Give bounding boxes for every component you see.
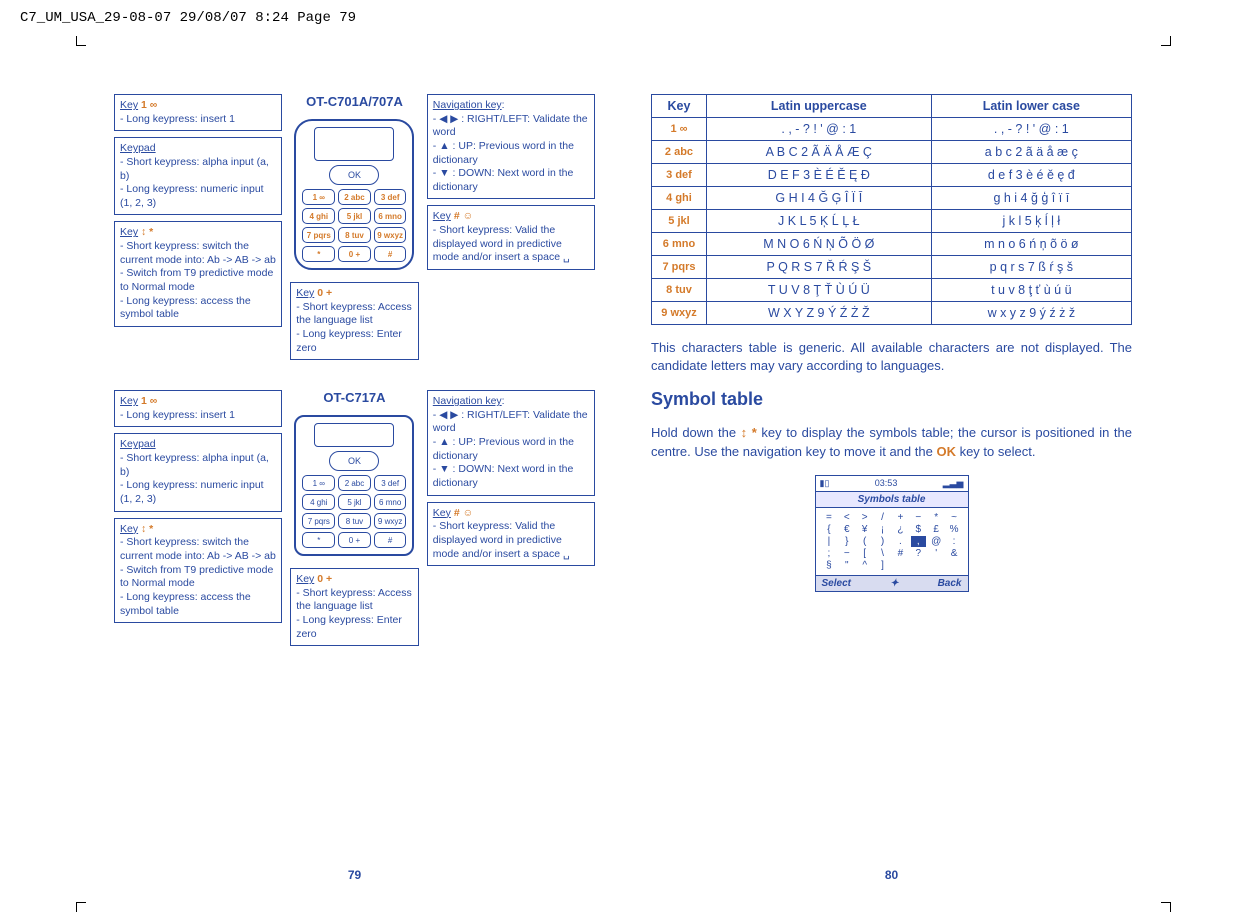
print-header-meta: C7_UM_USA_29-08-07 29/08/07 8:24 Page 79 xyxy=(20,10,356,26)
symbol-table-text: Hold down the ↕ * key to display the sym… xyxy=(651,424,1132,460)
battery-icon: ▮▯ xyxy=(820,478,830,489)
table-row: 4 ghiG H I 4 Ğ Ģ Î Ï Īg h i 4 ğ ģ î ï ī xyxy=(652,187,1132,210)
nav-ok-button: OK xyxy=(329,451,379,471)
table-row: 8 tuvT U V 8 Ţ Ť Ù Ú Üt u v 8 ţ ť ù ú ü xyxy=(652,279,1132,302)
crop-mark xyxy=(1161,36,1171,46)
phone-illustration: OK 1 ∞ 2 abc 3 def 4 ghi 5 jkl 6 mno 7 p… xyxy=(294,119,414,270)
crop-mark xyxy=(1161,902,1171,912)
callout-key0: Key 0 + Short keypress: Access the langu… xyxy=(290,282,419,360)
table-row: 3 defD E F 3 È É Ě Ę Đd e f 3 è é ě ę đ xyxy=(652,164,1132,187)
table-row: 7 pqrsP Q R S 7 Ř Ŕ Ş Šp q r s 7 ß ŕ ş š xyxy=(652,256,1132,279)
page-right: Key Latin uppercase Latin lower case 1 ∞… xyxy=(623,70,1160,890)
callout-key-mode: Key ↕ * Short keypress: switch the curre… xyxy=(114,518,282,623)
table-row: 9 wxyzW X Y Z 9 Ý Ź Ż Žw x y z 9 ý ź ż ž xyxy=(652,302,1132,325)
callout-key-mode: Key ↕ * Short keypress: switch the curre… xyxy=(114,221,282,326)
crop-mark xyxy=(76,36,86,46)
page-left: Key 1 ∞ Long keypress: insert 1 Keypad S… xyxy=(86,70,623,890)
table-row: 1 ∞. , - ? ! ' @ : 1. , - ? ! ' @ : 1 xyxy=(652,118,1132,141)
page-number: 79 xyxy=(86,868,623,882)
symbols-screenshot: ▮▯ 03:53 ▂▃▅ Symbols table =<>/+−*~{€¥¡¿… xyxy=(815,475,969,592)
callout-key1: Key 1 ∞ Long keypress: insert 1 xyxy=(114,94,282,131)
callout-key-hash: Key # ☺ Short keypress: Valid the displa… xyxy=(427,502,595,567)
callout-key1: Key 1 ∞ Long keypress: insert 1 xyxy=(114,390,282,427)
phone-keypad: 1 ∞ 2 abc 3 def 4 ghi 5 jkl 6 mno 7 pqrs… xyxy=(302,475,406,548)
page-number: 80 xyxy=(623,868,1160,882)
softkey-back: Back xyxy=(938,578,962,589)
callout-key0: Key 0 + Short keypress: Access the langu… xyxy=(290,568,419,646)
diagram-ot-c701a: Key 1 ∞ Long keypress: insert 1 Keypad S… xyxy=(114,94,595,360)
diagram-ot-c717a: Key 1 ∞ Long keypress: insert 1 Keypad S… xyxy=(114,390,595,646)
softkey-select: Select xyxy=(822,578,851,589)
table-row: 2 abcA B C 2 Ã Ä Å Æ Ça b c 2 ã ä å æ ç xyxy=(652,141,1132,164)
table-row: 6 mnoM N O 6 Ń Ņ Õ Ö Øm n o 6 ń ņ õ ö ø xyxy=(652,233,1132,256)
phone-illustration: OK 1 ∞ 2 abc 3 def 4 ghi 5 jkl 6 mno 7 p… xyxy=(294,415,414,556)
nav-indicator-icon: ✦ xyxy=(890,578,898,589)
diagram-title: OT-C717A xyxy=(323,390,385,405)
crop-mark xyxy=(76,902,86,912)
nav-ok-button: OK xyxy=(329,165,379,185)
callout-keypad: Keypad Short keypress: alpha input (a, b… xyxy=(114,433,282,511)
callout-keypad: Keypad Short keypress: alpha input (a, b… xyxy=(114,137,282,215)
diagram-title: OT-C701A/707A xyxy=(306,94,403,109)
character-table: Key Latin uppercase Latin lower case 1 ∞… xyxy=(651,94,1132,325)
char-table-note: This characters table is generic. All av… xyxy=(651,339,1132,375)
callout-navkey: Navigation key: ◀ ▶ : RIGHT/LEFT: Valida… xyxy=(427,390,595,495)
table-row: 5 jklJ K L 5 Ķ Ĺ Ļ Łj k l 5 ķ ĺ ļ ł xyxy=(652,210,1132,233)
phone-keypad: 1 ∞ 2 abc 3 def 4 ghi 5 jkl 6 mno 7 pqrs… xyxy=(302,189,406,262)
symbol-table-heading: Symbol table xyxy=(651,389,1132,410)
callout-key-hash: Key # ☺ Short keypress: Valid the displa… xyxy=(427,205,595,270)
signal-icon: ▂▃▅ xyxy=(943,478,964,489)
callout-navkey: Navigation key: ◀ ▶ : RIGHT/LEFT: Valida… xyxy=(427,94,595,199)
